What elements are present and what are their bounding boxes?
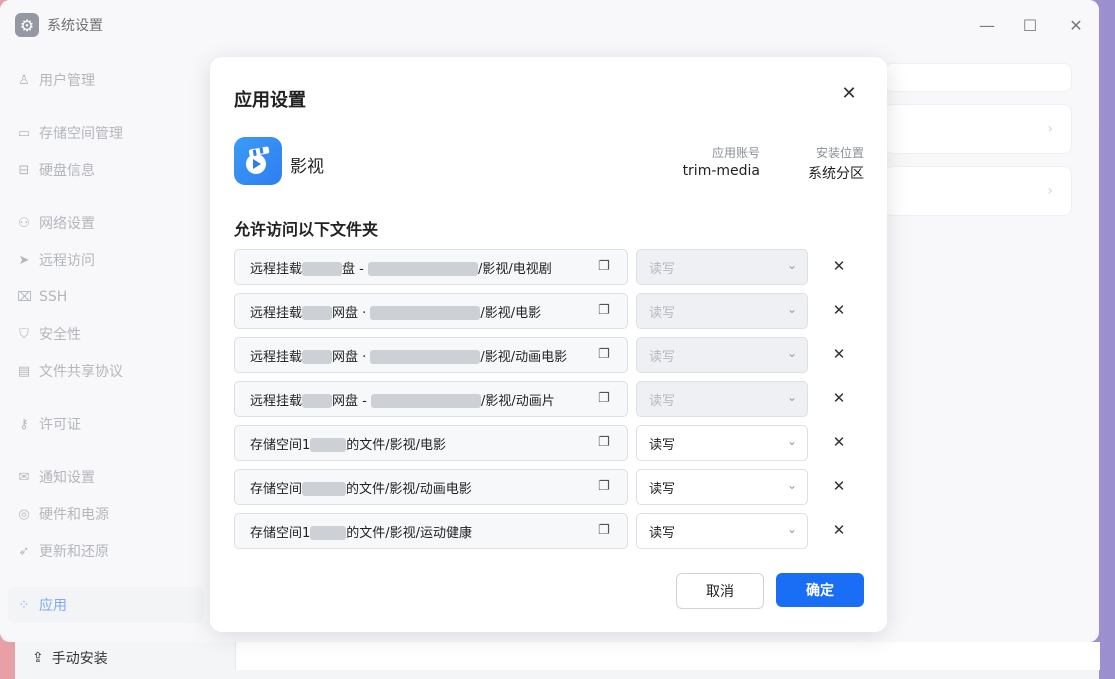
- remove-row-icon[interactable]: ✕: [830, 345, 848, 363]
- folder-path: 存储空间1 的文件/影视/运动健康 ❐: [234, 513, 628, 549]
- copy-icon[interactable]: ❐: [598, 259, 612, 274]
- cancel-button[interactable]: 取消: [676, 573, 764, 609]
- folder-path: 远程挂载 网盘 · /影视/动画电影 ❐: [234, 337, 628, 373]
- account-value: trim-media: [682, 163, 760, 179]
- copy-icon[interactable]: ❐: [598, 435, 612, 450]
- redacted: [370, 350, 481, 364]
- app-logo-icon: [234, 137, 282, 185]
- bottom-bar: [15, 642, 1100, 679]
- folder-path: 远程挂载 网盘 · /影视/电影 ❐: [234, 293, 628, 329]
- chevron-down-icon: ⌄: [786, 302, 797, 316]
- folder-row: 远程挂载 网盘 - /影视/动画片 ❐ 读写 ⌄ ✕: [234, 381, 864, 417]
- app-settings-dialog: 应用设置 ✕ 影视 应用账号 trim-media 安装位置 系统分区 允许访问…: [210, 57, 887, 632]
- remove-row-icon[interactable]: ✕: [830, 257, 848, 275]
- folder-path: 存储空间 的文件/影视/动画电影 ❐: [234, 469, 628, 505]
- chevron-down-icon: ⌄: [786, 522, 797, 536]
- redacted: [302, 482, 347, 496]
- redacted: [370, 394, 481, 408]
- chevron-down-icon: ⌄: [786, 434, 797, 448]
- redacted: [310, 526, 347, 540]
- content-panel: [235, 642, 1100, 670]
- dialog-title: 应用设置: [234, 90, 306, 111]
- copy-icon[interactable]: ❐: [598, 347, 612, 362]
- redacted: [302, 306, 333, 320]
- folder-row: 远程挂载 网盘 · /影视/电影 ❐ 读写 ⌄ ✕: [234, 293, 864, 329]
- folder-path: 远程挂载 网盘 - /影视/动画片 ❐: [234, 381, 628, 417]
- redacted: [370, 306, 481, 320]
- confirm-button[interactable]: 确定: [776, 573, 864, 607]
- manual-install-button[interactable]: ⇪ 手动安装: [32, 648, 108, 668]
- remove-row-icon[interactable]: ✕: [830, 389, 848, 407]
- remove-row-icon[interactable]: ✕: [830, 477, 848, 495]
- folder-row: 存储空间 的文件/影视/动画电影 ❐ 读写 ⌄ ✕: [234, 469, 864, 505]
- chevron-down-icon: ⌄: [786, 258, 797, 272]
- remove-row-icon[interactable]: ✕: [830, 433, 848, 451]
- copy-icon[interactable]: ❐: [598, 479, 612, 494]
- redacted: [302, 262, 343, 276]
- redacted: [367, 262, 478, 276]
- remove-row-icon[interactable]: ✕: [830, 301, 848, 319]
- copy-icon[interactable]: ❐: [598, 303, 612, 318]
- section-title: 允许访问以下文件夹: [234, 220, 379, 239]
- copy-icon[interactable]: ❐: [598, 391, 612, 406]
- folder-row: 远程挂载 网盘 · /影视/动画电影 ❐ 读写 ⌄ ✕: [234, 337, 864, 373]
- redacted: [302, 350, 333, 364]
- app-name: 影视: [290, 157, 324, 177]
- permission-select[interactable]: 读写 ⌄: [636, 293, 808, 329]
- remove-row-icon[interactable]: ✕: [830, 521, 848, 539]
- permission-select[interactable]: 读写 ⌄: [636, 425, 808, 461]
- location-label: 安装位置: [815, 146, 864, 160]
- redacted: [310, 438, 347, 452]
- permission-select[interactable]: 读写 ⌄: [636, 381, 808, 417]
- permission-select[interactable]: 读写 ⌄: [636, 469, 808, 505]
- close-icon[interactable]: ✕: [837, 83, 861, 107]
- folder-row: 存储空间1 的文件/影视/运动健康 ❐ 读写 ⌄ ✕: [234, 513, 864, 549]
- chevron-down-icon: ⌄: [786, 346, 797, 360]
- folder-path: 存储空间1 的文件/影视/电影 ❐: [234, 425, 628, 461]
- chevron-down-icon: ⌄: [786, 390, 797, 404]
- redacted: [302, 394, 333, 408]
- permission-select[interactable]: 读写 ⌄: [636, 249, 808, 285]
- account-label: 应用账号: [711, 146, 760, 160]
- upload-icon: ⇪: [32, 650, 44, 666]
- permission-select[interactable]: 读写 ⌄: [636, 337, 808, 373]
- folder-path: 远程挂载盘 - /影视/电视剧 ❐: [234, 249, 628, 285]
- folder-row: 存储空间1 的文件/影视/电影 ❐ 读写 ⌄ ✕: [234, 425, 864, 461]
- folder-row: 远程挂载盘 - /影视/电视剧 ❐ 读写 ⌄ ✕: [234, 249, 864, 285]
- permission-select[interactable]: 读写 ⌄: [636, 513, 808, 549]
- location-value: 系统分区: [808, 166, 864, 182]
- copy-icon[interactable]: ❐: [598, 523, 612, 538]
- chevron-down-icon: ⌄: [786, 478, 797, 492]
